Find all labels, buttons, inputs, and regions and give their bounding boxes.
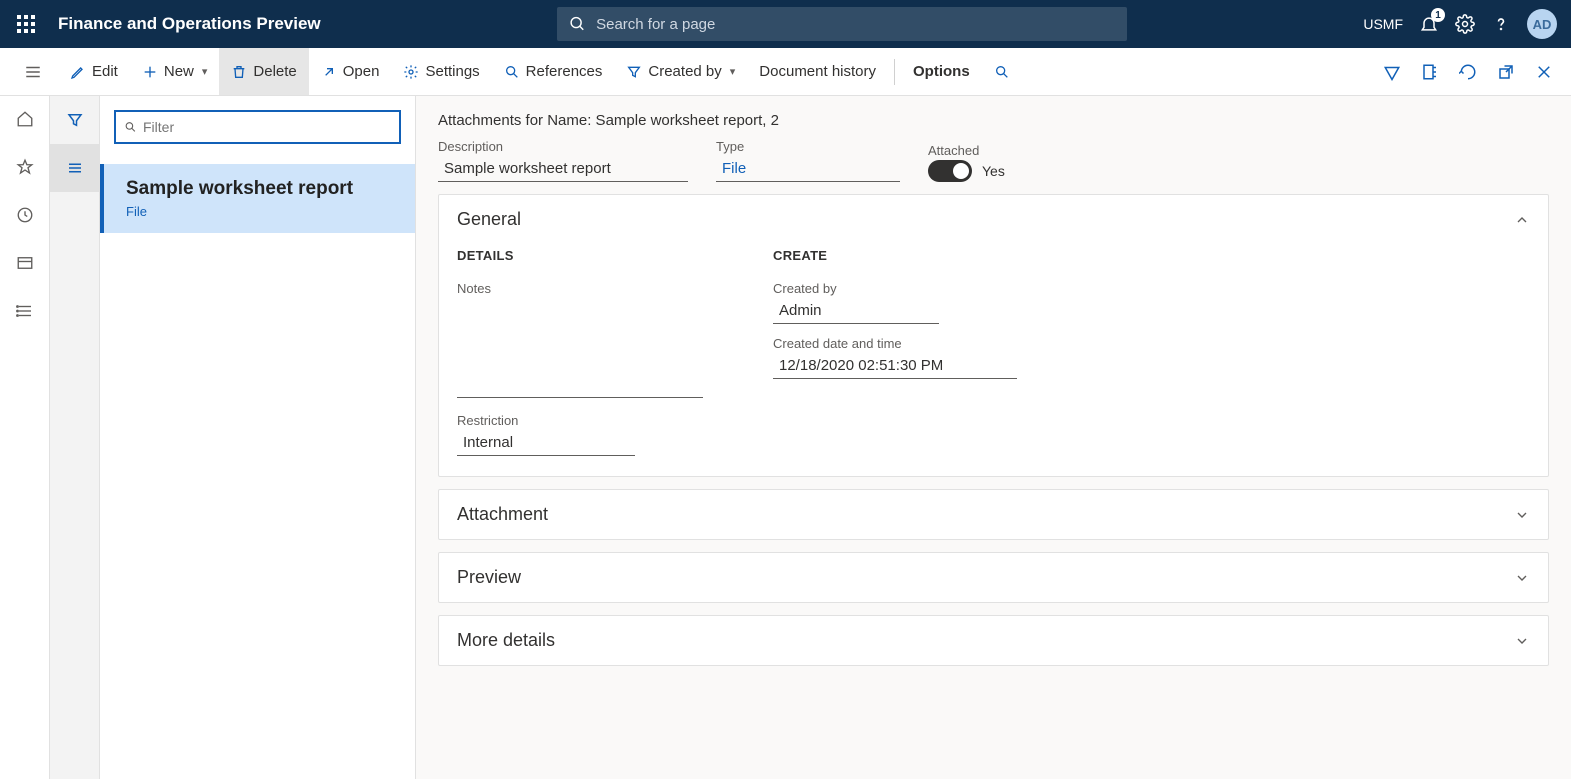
field-label: Attached <box>928 143 1005 158</box>
open-icon <box>321 64 337 80</box>
settings-button[interactable] <box>1455 14 1475 34</box>
show-filters-button[interactable] <box>50 96 100 144</box>
list-item[interactable]: Sample worksheet report File <box>100 164 415 233</box>
options-tab[interactable]: Options <box>901 48 982 95</box>
edit-icon <box>70 64 86 80</box>
references-action[interactable]: References <box>492 48 615 95</box>
section-more-details: More details <box>438 615 1549 666</box>
help-button[interactable] <box>1491 14 1511 34</box>
global-search[interactable] <box>557 7 1127 41</box>
toggle-value: Yes <box>982 163 1005 179</box>
edit-button[interactable]: Edit <box>58 48 130 95</box>
avatar[interactable]: AD <box>1527 9 1557 39</box>
restriction-field[interactable]: Internal <box>457 430 635 456</box>
section-more-details-header[interactable]: More details <box>439 616 1548 665</box>
chevron-down-icon <box>1514 570 1530 586</box>
notifications-button[interactable]: 1 <box>1419 14 1439 34</box>
section-preview: Preview <box>438 552 1549 603</box>
list-item-subtitle: File <box>126 204 393 219</box>
section-attachment: Attachment <box>438 489 1549 540</box>
gear-icon <box>1455 14 1475 34</box>
modules-icon[interactable] <box>16 302 34 320</box>
find-button[interactable] <box>982 48 1022 95</box>
recent-icon[interactable] <box>16 206 34 224</box>
field-label: Notes <box>457 281 703 296</box>
notes-field[interactable] <box>457 298 703 398</box>
description-field[interactable]: Sample worksheet report <box>438 156 688 182</box>
section-attachment-header[interactable]: Attachment <box>439 490 1548 539</box>
type-field[interactable]: File <box>716 156 900 182</box>
close-icon[interactable] <box>1535 63 1553 81</box>
show-list-button[interactable] <box>50 144 100 192</box>
list-item-title: Sample worksheet report <box>126 178 393 200</box>
trash-icon <box>231 64 247 80</box>
favorites-icon[interactable] <box>16 158 34 176</box>
main-area: Sample worksheet report File Attachments… <box>0 96 1571 779</box>
attach-icon[interactable] <box>1383 63 1401 81</box>
app-title: Finance and Operations Preview <box>58 14 321 34</box>
top-nav: Finance and Operations Preview USMF 1 AD <box>0 0 1571 48</box>
field-label: Restriction <box>457 413 703 428</box>
field-label: Created date and time <box>773 336 1017 351</box>
field-label: Type <box>716 139 900 154</box>
details-heading: DETAILS <box>457 248 703 263</box>
section-general: General DETAILS Notes Restriction Intern… <box>438 194 1549 477</box>
chevron-up-icon <box>1514 212 1530 228</box>
field-label: Created by <box>773 281 1017 296</box>
office-icon[interactable] <box>1421 63 1439 81</box>
popout-icon[interactable] <box>1497 63 1515 81</box>
created-by-field: Admin <box>773 298 939 324</box>
chevron-down-icon <box>1514 633 1530 649</box>
notification-badge: 1 <box>1431 8 1445 22</box>
chevron-down-icon: ▾ <box>202 65 208 78</box>
created-by-filter[interactable]: Created by ▾ <box>614 48 747 95</box>
nav-rail <box>0 96 50 779</box>
detail-panel: Attachments for Name: Sample worksheet r… <box>416 96 1571 779</box>
section-general-header[interactable]: General <box>439 195 1548 244</box>
company-code[interactable]: USMF <box>1363 16 1403 32</box>
open-button[interactable]: Open <box>309 48 392 95</box>
gear-icon <box>403 64 419 80</box>
nav-toggle-button[interactable] <box>8 63 58 81</box>
new-button[interactable]: New ▾ <box>130 48 220 95</box>
home-icon[interactable] <box>16 110 34 128</box>
search-icon <box>504 64 520 80</box>
list-filter-input[interactable] <box>143 119 391 135</box>
page-title: Attachments for Name: Sample worksheet r… <box>438 112 1549 129</box>
list-rail <box>50 96 100 779</box>
workspaces-icon[interactable] <box>16 254 34 272</box>
chevron-down-icon: ▾ <box>730 65 736 78</box>
search-icon <box>994 64 1010 80</box>
list-filter[interactable] <box>114 110 401 144</box>
filter-icon <box>66 111 84 129</box>
separator <box>894 59 895 85</box>
app-launcher-icon[interactable] <box>8 15 44 33</box>
created-datetime-field: 12/18/2020 02:51:30 PM <box>773 353 1017 379</box>
refresh-icon[interactable] <box>1459 63 1477 81</box>
filter-icon <box>626 64 642 80</box>
plus-icon <box>142 64 158 80</box>
field-label: Description <box>438 139 688 154</box>
search-icon <box>569 15 586 33</box>
global-search-input[interactable] <box>596 16 1115 33</box>
help-icon <box>1491 14 1511 34</box>
attached-toggle[interactable] <box>928 160 972 182</box>
create-heading: CREATE <box>773 248 1017 263</box>
document-history-action[interactable]: Document history <box>747 48 888 95</box>
chevron-down-icon <box>1514 507 1530 523</box>
settings-action[interactable]: Settings <box>391 48 491 95</box>
list-panel: Sample worksheet report File <box>100 96 416 779</box>
hamburger-icon <box>24 63 42 81</box>
section-preview-header[interactable]: Preview <box>439 553 1548 602</box>
action-bar: Edit New ▾ Delete Open Settings Referenc… <box>0 48 1571 96</box>
list-icon <box>66 159 84 177</box>
search-icon <box>124 120 137 134</box>
delete-button[interactable]: Delete <box>219 48 308 95</box>
